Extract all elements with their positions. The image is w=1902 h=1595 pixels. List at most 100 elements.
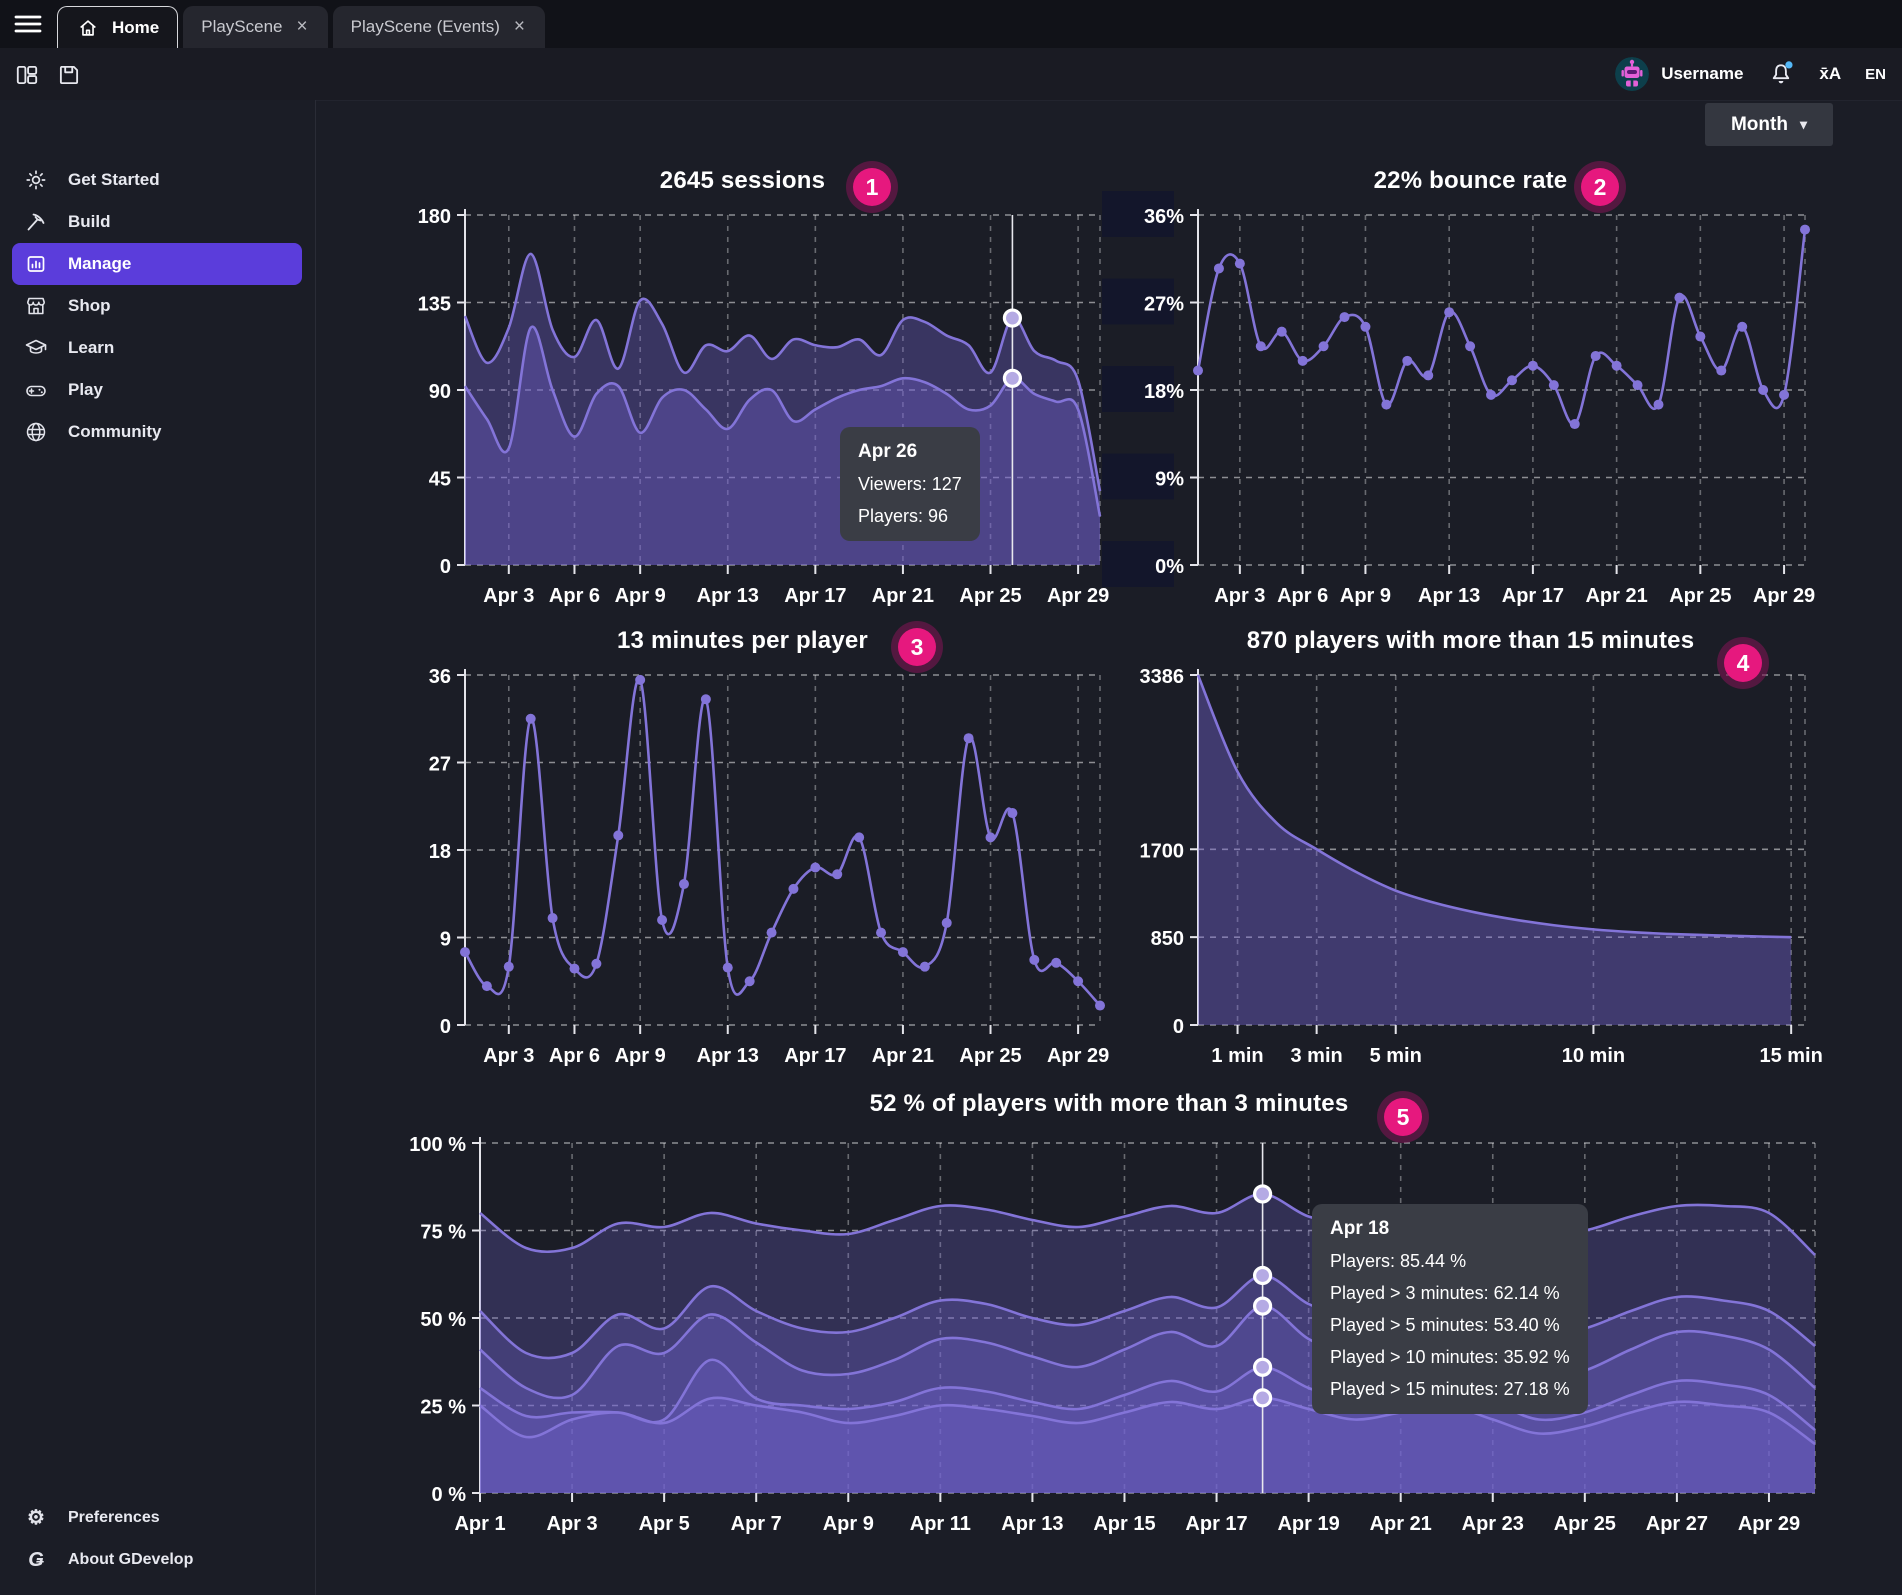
svg-text:Apr 15: Apr 15: [1093, 1513, 1155, 1535]
tooltip-title: Apr 26: [858, 441, 962, 463]
storefront-icon: [24, 294, 48, 318]
sidebar-item-preferences[interactable]: ⚙ Preferences: [12, 1497, 302, 1539]
tab-label: PlayScene: [201, 17, 282, 37]
svg-text:Apr 6: Apr 6: [549, 1045, 600, 1067]
svg-text:45: 45: [429, 469, 451, 491]
svg-text:18: 18: [429, 841, 451, 863]
sidebar-item-get-started[interactable]: Get Started: [12, 159, 302, 201]
tooltip-row: Played > 15 minutes: 27.18 %: [1330, 1379, 1570, 1400]
sidebar-item-label: Build: [68, 212, 111, 232]
notifications-button[interactable]: [1767, 60, 1795, 88]
svg-text:Apr 25: Apr 25: [959, 1045, 1021, 1067]
username-label: Username: [1661, 64, 1743, 84]
svg-text:Apr 21: Apr 21: [872, 585, 934, 607]
close-icon[interactable]: ×: [512, 16, 527, 38]
tab-label: Home: [112, 18, 159, 38]
tab-playscene[interactable]: PlayScene ×: [183, 6, 327, 48]
svg-text:Apr 9: Apr 9: [823, 1513, 874, 1535]
svg-text:Apr 3: Apr 3: [547, 1513, 598, 1535]
svg-text:100 %: 100 %: [409, 1134, 466, 1156]
chart-bounce: 0%9%18%27%36%Apr 3Apr 6Apr 9Apr 13Apr 17…: [1098, 165, 1843, 620]
svg-text:5 min: 5 min: [1370, 1045, 1422, 1067]
hamburger-icon: [10, 8, 46, 40]
chart-minutes: 09182736Apr 3Apr 6Apr 9Apr 13Apr 17Apr 2…: [370, 625, 1115, 1080]
sidebar-item-manage[interactable]: Manage: [12, 243, 302, 285]
svg-text:0: 0: [440, 556, 451, 578]
svg-text:850: 850: [1151, 928, 1184, 950]
svg-text:Apr 17: Apr 17: [1185, 1513, 1247, 1535]
panels-layout-button[interactable]: [14, 62, 40, 88]
svg-text:Apr 17: Apr 17: [784, 1045, 846, 1067]
svg-text:Apr 9: Apr 9: [615, 1045, 666, 1067]
svg-text:0 %: 0 %: [432, 1484, 467, 1506]
avatar: [1615, 57, 1649, 91]
tooltip-row: Played > 10 minutes: 35.92 %: [1330, 1347, 1570, 1368]
svg-text:Apr 21: Apr 21: [872, 1045, 934, 1067]
bell-icon: [1767, 60, 1795, 88]
svg-text:Apr 19: Apr 19: [1277, 1513, 1339, 1535]
chevron-down-icon: ▾: [1800, 116, 1807, 133]
tooltip-row: Played > 3 minutes: 62.14 %: [1330, 1283, 1570, 1304]
svg-text:180: 180: [418, 206, 451, 228]
chart-engagement-canvas[interactable]: 0 %25 %50 %75 %100 %Apr 1Apr 3Apr 5Apr 7…: [370, 1088, 1848, 1563]
toolbar: Username x̄A EN: [0, 48, 1902, 101]
translate-icon[interactable]: x̄A: [1819, 64, 1841, 84]
svg-text:Apr 13: Apr 13: [697, 1045, 759, 1067]
panels-icon: [14, 62, 40, 88]
sidebar-bottom: ⚙ Preferences Ǥ About GDevelop: [0, 1497, 314, 1581]
tooltip-row: Players: 85.44 %: [1330, 1251, 1570, 1272]
svg-text:Apr 7: Apr 7: [731, 1513, 782, 1535]
svg-text:Apr 23: Apr 23: [1462, 1513, 1524, 1535]
close-icon[interactable]: ×: [295, 16, 310, 38]
sidebar-item-play[interactable]: Play: [12, 369, 302, 411]
svg-text:Apr 9: Apr 9: [1340, 585, 1391, 607]
sidebar-item-build[interactable]: Build: [12, 201, 302, 243]
period-label: Month: [1731, 114, 1788, 136]
svg-text:Apr 5: Apr 5: [639, 1513, 690, 1535]
chart-sessions-canvas[interactable]: 04590135180Apr 3Apr 6Apr 9Apr 13Apr 17Ap…: [370, 165, 1115, 620]
svg-text:Apr 21: Apr 21: [1370, 1513, 1432, 1535]
svg-text:Apr 25: Apr 25: [1554, 1513, 1616, 1535]
save-button[interactable]: [56, 62, 82, 88]
chart-title: 52 % of players with more than 3 minutes: [370, 1090, 1848, 1118]
chart-bounce-canvas[interactable]: 0%9%18%27%36%Apr 3Apr 6Apr 9Apr 13Apr 17…: [1098, 165, 1843, 620]
svg-text:9: 9: [440, 929, 451, 951]
sidebar-item-community[interactable]: Community: [12, 411, 302, 453]
tooltip-row: Played > 5 minutes: 53.40 %: [1330, 1315, 1570, 1336]
menu-button[interactable]: [10, 8, 46, 40]
sidebar-item-learn[interactable]: Learn: [12, 327, 302, 369]
gdevelop-window: Home PlayScene × PlayScene (Events) ×: [0, 0, 1902, 1595]
chart-title: 2645 sessions: [370, 167, 1115, 195]
tab-playscene-events[interactable]: PlayScene (Events) ×: [333, 6, 545, 48]
annotation-badge-1: 1: [853, 168, 891, 206]
bar-chart-icon: [24, 252, 48, 276]
user-menu[interactable]: Username: [1615, 57, 1743, 91]
tab-home[interactable]: Home: [57, 6, 178, 48]
sidebar-item-about-gdevelop[interactable]: Ǥ About GDevelop: [12, 1539, 302, 1581]
period-dropdown[interactable]: Month ▾: [1705, 103, 1833, 146]
chart-minutes-canvas[interactable]: 09182736Apr 3Apr 6Apr 9Apr 13Apr 17Apr 2…: [370, 625, 1115, 1080]
svg-text:0: 0: [1173, 1016, 1184, 1038]
svg-text:Apr 25: Apr 25: [959, 585, 1021, 607]
annotation-badge-3: 3: [898, 628, 936, 666]
annotation-badge-5: 5: [1384, 1098, 1422, 1136]
gamepad-icon: [24, 378, 48, 402]
svg-text:Apr 29: Apr 29: [1753, 585, 1815, 607]
sidebar-item-label: About GDevelop: [68, 1551, 193, 1569]
svg-text:Apr 1: Apr 1: [454, 1513, 505, 1535]
language-label[interactable]: EN: [1865, 66, 1886, 83]
sidebar-item-label: Play: [68, 380, 103, 400]
chart-retention: 0850170033861 min3 min5 min10 min15 min …: [1098, 625, 1843, 1080]
svg-text:0%: 0%: [1155, 556, 1184, 578]
tab-bar: Home PlayScene × PlayScene (Events) ×: [0, 0, 1902, 48]
svg-text:Apr 29: Apr 29: [1738, 1513, 1800, 1535]
sidebar-item-shop[interactable]: Shop: [12, 285, 302, 327]
chart-title: 22% bounce rate: [1098, 167, 1843, 195]
svg-text:Apr 27: Apr 27: [1646, 1513, 1708, 1535]
chart-tooltip: Apr 26 Viewers: 127 Players: 96: [840, 427, 980, 541]
svg-text:Apr 3: Apr 3: [483, 1045, 534, 1067]
chart-retention-canvas[interactable]: 0850170033861 min3 min5 min10 min15 min: [1098, 625, 1843, 1080]
globe-icon: [24, 420, 48, 444]
svg-text:Apr 13: Apr 13: [1418, 585, 1480, 607]
graduation-cap-icon: [24, 336, 48, 360]
